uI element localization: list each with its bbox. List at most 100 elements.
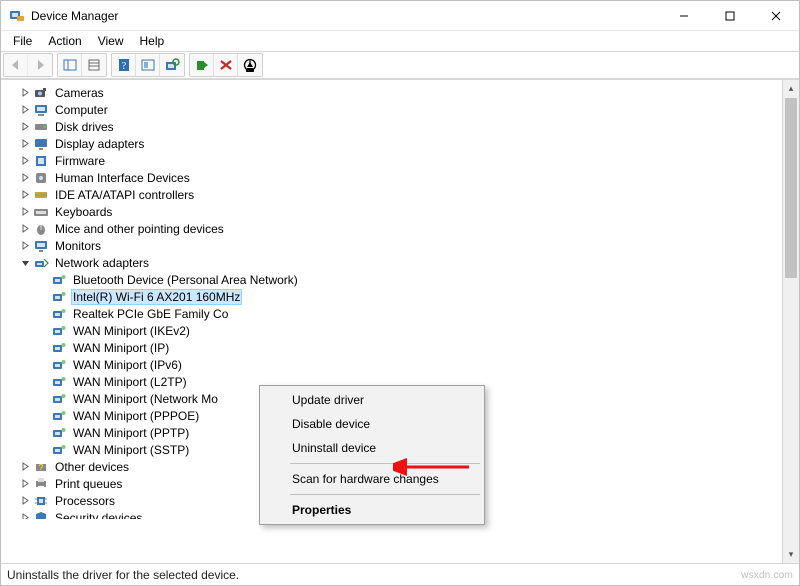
context-menu: Update driverDisable deviceUninstall dev…	[259, 385, 485, 525]
context-menu-separator	[290, 463, 480, 464]
expand-icon[interactable]	[19, 478, 31, 490]
context-menu-item[interactable]: Update driver	[262, 388, 482, 412]
toolbar: ?	[1, 51, 799, 79]
tree-item-label: Print queues	[53, 477, 124, 491]
category-ide[interactable]: IDE ATA/ATAPI controllers	[19, 186, 782, 203]
expand-icon[interactable]	[19, 104, 31, 116]
maximize-button[interactable]	[707, 1, 753, 31]
tree-item-label: WAN Miniport (Network Mo	[71, 392, 220, 406]
vertical-scrollbar[interactable]: ▴ ▾	[782, 80, 799, 563]
tree-item-label: Cameras	[53, 86, 106, 100]
svg-text:?: ?	[39, 463, 44, 472]
category-keyboard[interactable]: Keyboards	[19, 203, 782, 220]
tree-item-label: Other devices	[53, 460, 131, 474]
expand-icon[interactable]	[19, 461, 31, 473]
netchild-icon	[51, 357, 67, 373]
context-menu-item[interactable]: Disable device	[262, 412, 482, 436]
collapse-icon[interactable]	[19, 257, 31, 269]
category-firmware[interactable]: Firmware	[19, 152, 782, 169]
tree-item-label: WAN Miniport (PPPOE)	[71, 409, 201, 423]
expand-icon[interactable]	[19, 206, 31, 218]
netchild-icon	[51, 272, 67, 288]
tree-item-label: WAN Miniport (IKEv2)	[71, 324, 192, 338]
tree-item-label: Human Interface Devices	[53, 171, 192, 185]
expand-icon[interactable]	[19, 155, 31, 167]
uninstall-button[interactable]	[214, 54, 238, 76]
expand-icon[interactable]	[19, 240, 31, 252]
monitor-icon	[33, 238, 49, 254]
tree-item-label: Network adapters	[53, 256, 151, 270]
context-menu-item[interactable]: Uninstall device	[262, 436, 482, 460]
tree-item-label: Processors	[53, 494, 117, 508]
expand-icon[interactable]	[19, 512, 31, 520]
scroll-thumb[interactable]	[785, 98, 797, 278]
category-display[interactable]: Display adapters	[19, 135, 782, 152]
category-hid[interactable]: Human Interface Devices	[19, 169, 782, 186]
tree-item-label: WAN Miniport (IPv6)	[71, 358, 184, 372]
category-computer[interactable]: Computer	[19, 101, 782, 118]
close-button[interactable]	[753, 1, 799, 31]
disable-button[interactable]	[238, 54, 262, 76]
context-menu-separator	[290, 494, 480, 495]
category-camera[interactable]: Cameras	[19, 84, 782, 101]
expand-icon[interactable]	[19, 138, 31, 150]
other-icon: ?	[33, 459, 49, 475]
expand-icon[interactable]	[19, 87, 31, 99]
statusbar: Uninstalls the driver for the selected d…	[1, 563, 799, 585]
toolbar-btn-4[interactable]	[136, 54, 160, 76]
expand-icon[interactable]	[19, 172, 31, 184]
context-menu-item[interactable]: Scan for hardware changes	[262, 467, 482, 491]
hid-icon	[33, 170, 49, 186]
nav-forward-button[interactable]	[28, 54, 52, 76]
scroll-up-icon[interactable]: ▴	[783, 80, 799, 97]
netchild-icon	[51, 408, 67, 424]
display-icon	[33, 136, 49, 152]
help-button[interactable]: ?	[112, 54, 136, 76]
expand-icon[interactable]	[19, 495, 31, 507]
tree-item-label: Monitors	[53, 239, 103, 253]
tree-item-label: WAN Miniport (L2TP)	[71, 375, 189, 389]
tree-item-label: Firmware	[53, 154, 107, 168]
update-driver-button[interactable]	[190, 54, 214, 76]
svg-text:?: ?	[121, 61, 126, 72]
category-mouse[interactable]: Mice and other pointing devices	[19, 220, 782, 237]
tree-item-label: Mice and other pointing devices	[53, 222, 226, 236]
context-menu-item[interactable]: Properties	[262, 498, 482, 522]
ide-icon	[33, 187, 49, 203]
menu-action[interactable]: Action	[40, 32, 89, 50]
netchild-icon	[51, 289, 67, 305]
scroll-down-icon[interactable]: ▾	[783, 546, 799, 563]
category-monitor[interactable]: Monitors	[19, 237, 782, 254]
network-adapter-item[interactable]: Intel(R) Wi-Fi 6 AX201 160MHz	[37, 288, 782, 305]
network-adapter-item[interactable]: WAN Miniport (IKEv2)	[37, 322, 782, 339]
titlebar: Device Manager	[1, 1, 799, 31]
expand-icon[interactable]	[19, 189, 31, 201]
network-adapter-item[interactable]: WAN Miniport (IPv6)	[37, 356, 782, 373]
tree-item-label: IDE ATA/ATAPI controllers	[53, 188, 196, 202]
category-network-adapters[interactable]: Network adapters	[19, 254, 782, 271]
netchild-icon	[51, 306, 67, 322]
menu-view[interactable]: View	[90, 32, 132, 50]
menu-file[interactable]: File	[5, 32, 40, 50]
minimize-button[interactable]	[661, 1, 707, 31]
expand-icon[interactable]	[19, 121, 31, 133]
network-adapter-item[interactable]: Bluetooth Device (Personal Area Network)	[37, 271, 782, 288]
show-hide-tree-button[interactable]	[58, 54, 82, 76]
menu-help[interactable]: Help	[132, 32, 173, 50]
netchild-icon	[51, 442, 67, 458]
netchild-icon	[51, 340, 67, 356]
network-adapter-item[interactable]: WAN Miniport (IP)	[37, 339, 782, 356]
net-icon	[33, 255, 49, 271]
expand-icon[interactable]	[19, 223, 31, 235]
tree-item-label: Realtek PCIe GbE Family Co	[71, 307, 230, 321]
tree-item-label: WAN Miniport (IP)	[71, 341, 171, 355]
properties-button[interactable]	[82, 54, 106, 76]
print-icon	[33, 476, 49, 492]
tree-item-label: Computer	[53, 103, 110, 117]
window-title: Device Manager	[31, 9, 661, 23]
network-adapter-item[interactable]: Realtek PCIe GbE Family Co	[37, 305, 782, 322]
scan-hardware-button[interactable]	[160, 54, 184, 76]
nav-back-button[interactable]	[4, 54, 28, 76]
category-disk[interactable]: Disk drives	[19, 118, 782, 135]
tree-item-label: WAN Miniport (SSTP)	[71, 443, 191, 457]
